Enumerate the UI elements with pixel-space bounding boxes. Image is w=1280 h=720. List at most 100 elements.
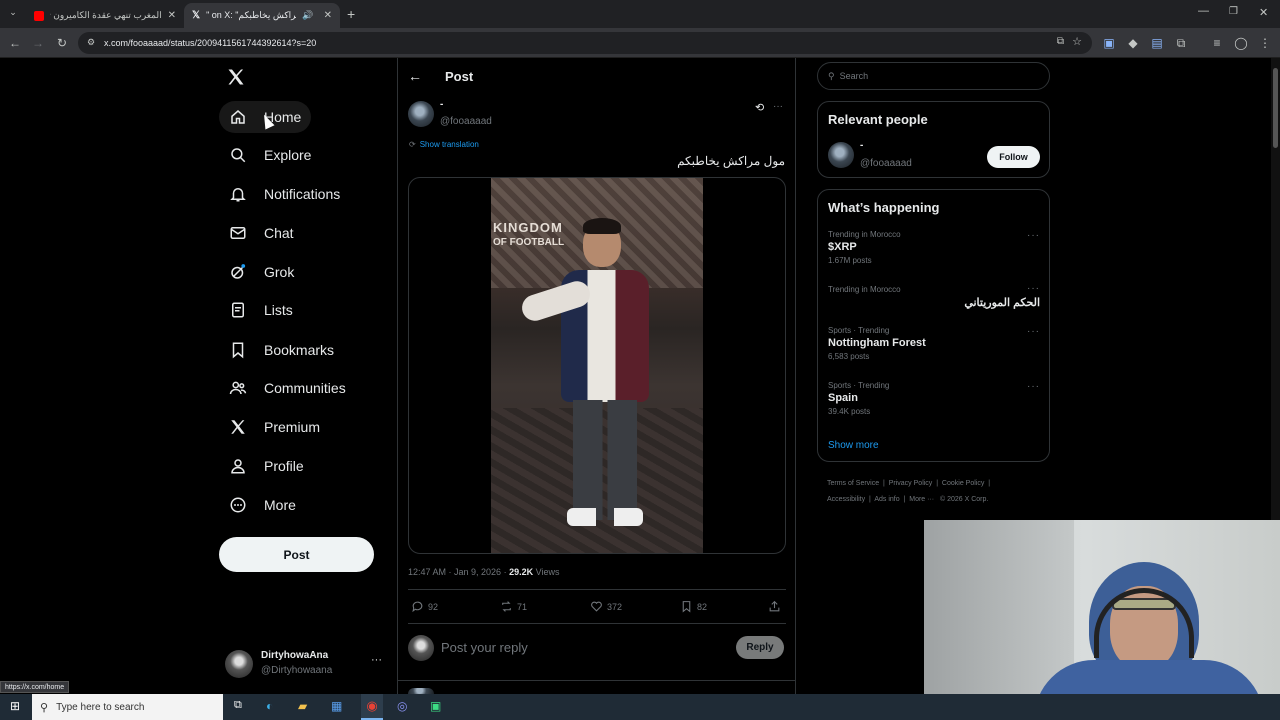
footer-terms-link[interactable]: Terms of Service — [827, 480, 879, 487]
translate-extension-icon[interactable]: ▣ — [1100, 34, 1118, 52]
account-more-icon[interactable]: ··· — [371, 654, 382, 666]
post-button[interactable]: Post — [219, 537, 374, 572]
nav-item-explore[interactable]: Explore — [219, 139, 321, 171]
trend-count: 1.67M posts — [828, 256, 872, 265]
trend-more-icon[interactable]: ··· — [1027, 283, 1040, 294]
search-input[interactable]: ⚲ Search — [817, 62, 1050, 90]
account-switcher[interactable]: DirtyhowaAna @Dirtyhowaana ··· — [225, 648, 385, 678]
trend-title: Spain — [828, 392, 858, 404]
trend-item[interactable]: Sports · Trending Nottingham Forest 6,58… — [828, 326, 1040, 370]
x-logo-icon[interactable] — [226, 67, 246, 87]
share-action[interactable] — [768, 600, 781, 613]
repost-action[interactable]: 71 — [500, 600, 527, 613]
nav-item-more[interactable]: More — [219, 489, 306, 521]
forward-icon[interactable]: → — [29, 34, 47, 52]
account-avatar — [225, 650, 253, 678]
reply-input[interactable]: Post your reply — [441, 640, 528, 655]
reply-button[interactable]: Reply — [736, 636, 784, 659]
views-count: 29.2K — [509, 567, 534, 577]
webcam-overlay — [924, 520, 1280, 720]
site-info-icon[interactable]: ⚙ — [87, 37, 95, 48]
relevant-person-avatar[interactable] — [828, 142, 854, 168]
author-handle[interactable]: @fooaaaad — [440, 116, 492, 127]
reading-list-icon[interactable]: ≡ — [1208, 34, 1226, 52]
trend-item[interactable]: Trending in Morocco $XRP 1.67M posts ··· — [828, 230, 1040, 274]
bookmark-star-icon[interactable]: ☆ — [1072, 35, 1082, 48]
author-name[interactable]: - — [440, 99, 443, 110]
reply-action[interactable]: 92 — [411, 600, 438, 613]
reply-icon — [412, 601, 423, 613]
windows-start-icon[interactable]: ⊞ — [10, 699, 20, 713]
grok-icon[interactable]: ⟲ — [755, 101, 764, 114]
close-window-icon[interactable]: ✕ — [1259, 6, 1268, 19]
extension-diamond-icon[interactable]: ◆ — [1124, 34, 1142, 52]
relevant-person-name[interactable]: - — [860, 140, 863, 151]
video-person-hair — [583, 218, 621, 234]
relevant-person-handle[interactable]: @fooaaaad — [860, 158, 912, 169]
account-name: DirtyhowaAna — [261, 650, 329, 661]
extension-blue-icon[interactable]: ▤ — [1148, 34, 1166, 52]
show-more-link[interactable]: Show more — [828, 440, 879, 451]
extensions-puzzle-icon[interactable]: ⧉ — [1172, 34, 1190, 52]
footer-accessibility-link[interactable]: Accessibility — [827, 496, 865, 503]
post-media[interactable]: KINGDOM OF FOOTBALL — [408, 177, 786, 554]
bell-icon — [230, 188, 246, 202]
author-avatar[interactable] — [408, 101, 434, 127]
chrome-menu-icon[interactable]: ⋮ — [1256, 34, 1274, 52]
footer-ads-link[interactable]: Ads info — [874, 496, 899, 503]
footer-cookie-link[interactable]: Cookie Policy — [942, 480, 984, 487]
trend-more-icon[interactable]: ··· — [1027, 230, 1040, 241]
edge-icon[interactable]: ◐ — [266, 699, 273, 713]
taskbar-search-icon: ⚲ — [40, 701, 49, 714]
footer-more-link[interactable]: More ··· — [909, 496, 934, 503]
tab-1[interactable]: المغرب تنهي عقدة الكاميرون تتأه ✕ — [26, 3, 184, 28]
restore-icon[interactable]: ❐ — [1229, 6, 1238, 17]
reload-icon[interactable]: ↻ — [53, 34, 71, 52]
bookmark-icon — [682, 601, 691, 613]
nav-item-communities[interactable]: Communities — [219, 372, 356, 404]
bookmark-action[interactable]: 82 — [680, 600, 707, 613]
post-more-icon[interactable]: ··· — [773, 101, 783, 112]
trend-count: 6,583 posts — [828, 352, 870, 361]
file-explorer-icon[interactable]: ▰ — [298, 699, 307, 713]
trend-title: الحكم الموريتاني — [964, 297, 1040, 309]
app-green-icon[interactable]: ▣ — [430, 699, 441, 713]
trend-more-icon[interactable]: ··· — [1027, 381, 1040, 392]
new-tab-icon[interactable]: + — [347, 6, 355, 22]
nav-item-grok[interactable]: Grok — [219, 256, 304, 288]
nav-item-bookmarks[interactable]: Bookmarks — [219, 334, 344, 366]
show-translation-link[interactable]: ⟳ Show translation — [409, 140, 479, 149]
close-tab-icon[interactable]: ✕ — [168, 10, 176, 21]
like-action[interactable]: 372 — [590, 600, 622, 613]
chrome-icon[interactable]: ◉ — [361, 694, 383, 720]
task-view-icon[interactable]: ⧉ — [234, 699, 242, 712]
back-icon[interactable]: ← — [6, 34, 24, 52]
store-icon[interactable]: ▦ — [331, 699, 342, 713]
taskbar-search-box[interactable]: ⚲ Type here to search — [32, 694, 223, 720]
install-app-icon[interactable]: ⧉ — [1057, 36, 1064, 47]
video-frame[interactable]: KINGDOM OF FOOTBALL — [491, 178, 703, 553]
discord-icon[interactable]: ◎ — [397, 699, 407, 713]
speaker-icon[interactable]: 🔊 — [302, 10, 313, 21]
trend-item[interactable]: Sports · Trending Spain 39.4K posts ··· — [828, 381, 1040, 425]
tab-search-icon[interactable]: ⌄ — [6, 7, 20, 21]
trend-item[interactable]: Trending in Morocco الحكم الموريتاني ··· — [828, 283, 1040, 315]
close-tab-icon[interactable]: ✕ — [324, 10, 332, 21]
address-bar[interactable]: ⚙ x.com/fooaaaad/status/2009411561744392… — [78, 32, 1092, 54]
trend-count: 39.4K posts — [828, 407, 871, 416]
minimize-icon[interactable]: — — [1198, 5, 1209, 17]
relevant-people-title: Relevant people — [828, 112, 928, 127]
trend-more-icon[interactable]: ··· — [1027, 326, 1040, 337]
nav-item-chat[interactable]: Chat — [219, 217, 304, 249]
scrollbar-thumb[interactable] — [1273, 68, 1278, 148]
nav-item-profile[interactable]: Profile — [219, 450, 314, 482]
follow-button[interactable]: Follow — [987, 146, 1040, 168]
footer-privacy-link[interactable]: Privacy Policy — [889, 480, 933, 487]
nav-item-lists[interactable]: Lists — [219, 294, 303, 326]
back-arrow-icon[interactable]: ← — [408, 68, 422, 84]
profile-icon[interactable]: ◯ — [1232, 34, 1250, 52]
nav-item-premium[interactable]: Premium — [219, 411, 330, 443]
nav-item-notifications[interactable]: Notifications — [219, 178, 350, 210]
browser-tab-strip: ⌄ المغرب تنهي عقدة الكاميرون تتأه ✕ 𝕏 " … — [0, 0, 1280, 28]
tab-2[interactable]: 𝕏 " on X: "مول مراكش يخاطبكم 🔊 ✕ — [184, 3, 340, 28]
